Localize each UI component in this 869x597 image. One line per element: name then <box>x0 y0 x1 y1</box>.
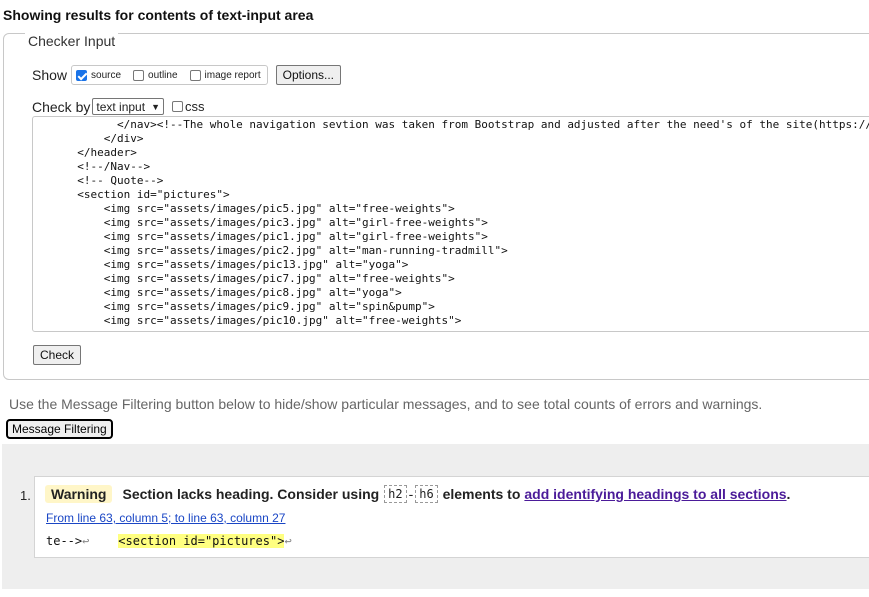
image-report-checkbox[interactable] <box>189 69 201 81</box>
code-line: <img src="assets/images/pic10.jpg" alt="… <box>64 314 462 327</box>
code-line: </nav><!--The whole navigation sevtion w… <box>64 118 869 131</box>
filter-instructions: Use the Message Filtering button below t… <box>9 396 763 412</box>
code-line: </div> <box>64 132 144 145</box>
css-label: css <box>184 99 205 114</box>
image-report-label: image report <box>204 69 261 81</box>
extract-highlight: <section id="pictures"> <box>118 534 285 548</box>
extract-before: te--> <box>46 534 83 548</box>
page-heading: Showing results for contents of text-inp… <box>3 7 314 23</box>
code-line: <img src="assets/images/pic1.jpg" alt="g… <box>64 230 488 243</box>
message-text-after: . <box>786 486 791 502</box>
code-line: <img src="assets/images/pic13.jpg" alt="… <box>64 258 409 271</box>
extract-gap <box>89 534 118 548</box>
code-line: <img src="assets/images/pic9.jpg" alt="s… <box>64 300 435 313</box>
check-by-value: text input <box>96 99 146 114</box>
code-line: <img src="assets/images/pic7.jpg" alt="f… <box>64 272 455 285</box>
chip-separator: - <box>408 486 414 502</box>
code-line: <!--/Nav--> <box>64 160 151 173</box>
code-line: <img src="assets/images/pic3.jpg" alt="g… <box>64 216 488 229</box>
options-button[interactable]: Options... <box>275 65 342 85</box>
code-line: <!-- Quote--> <box>64 174 164 187</box>
check-by-select[interactable]: text input ▼ <box>92 98 164 115</box>
show-row: Show source outline image report Options… <box>32 65 342 85</box>
css-checkbox[interactable] <box>171 101 183 112</box>
message-text: Warning Section lacks heading. Consider … <box>45 485 790 503</box>
source-checkbox[interactable] <box>76 69 88 81</box>
message-text-middle: elements to <box>442 486 521 502</box>
headings-help-link[interactable]: add identifying headings to all sections <box>524 486 786 502</box>
message-filtering-button[interactable]: Message Filtering <box>6 419 113 439</box>
return-icon: ↩ <box>284 534 292 548</box>
source-textarea[interactable]: </nav><!--The whole navigation sevtion w… <box>32 116 869 332</box>
code-chip-h6: h6 <box>415 485 438 503</box>
code-line: <img src="assets/images/pic8.jpg" alt="y… <box>64 286 402 299</box>
outline-checkbox[interactable] <box>133 69 145 81</box>
show-label: Show <box>32 67 68 83</box>
message-number: 1. <box>20 488 31 503</box>
source-label: source <box>91 69 122 81</box>
source-extract: te-->↩ <section id="pictures">↩ <box>46 534 292 548</box>
check-by-label: Check by <box>32 98 91 115</box>
check-by-row: Check by text input ▼ css <box>32 98 204 115</box>
code-line: </header> <box>64 146 137 159</box>
location-link[interactable]: From line 63, column 5; to line 63, colu… <box>46 511 285 525</box>
chevron-down-icon: ▼ <box>151 101 160 112</box>
show-options-group: source outline image report <box>71 65 268 85</box>
outline-label: outline <box>148 69 178 81</box>
source-code: </nav><!--The whole navigation sevtion w… <box>33 117 869 328</box>
code-chip-h2: h2 <box>384 485 407 503</box>
code-line: <section id="pictures"> <box>64 188 230 201</box>
message-text-before: Section lacks heading. Consider using <box>122 486 380 502</box>
checker-input-legend: Checker Input <box>25 33 119 49</box>
warning-badge: Warning <box>45 485 113 503</box>
code-line: <img src="assets/images/pic2.jpg" alt="m… <box>64 244 508 257</box>
code-line: <img src="assets/images/pic5.jpg" alt="f… <box>64 202 455 215</box>
check-button[interactable]: Check <box>33 345 82 365</box>
